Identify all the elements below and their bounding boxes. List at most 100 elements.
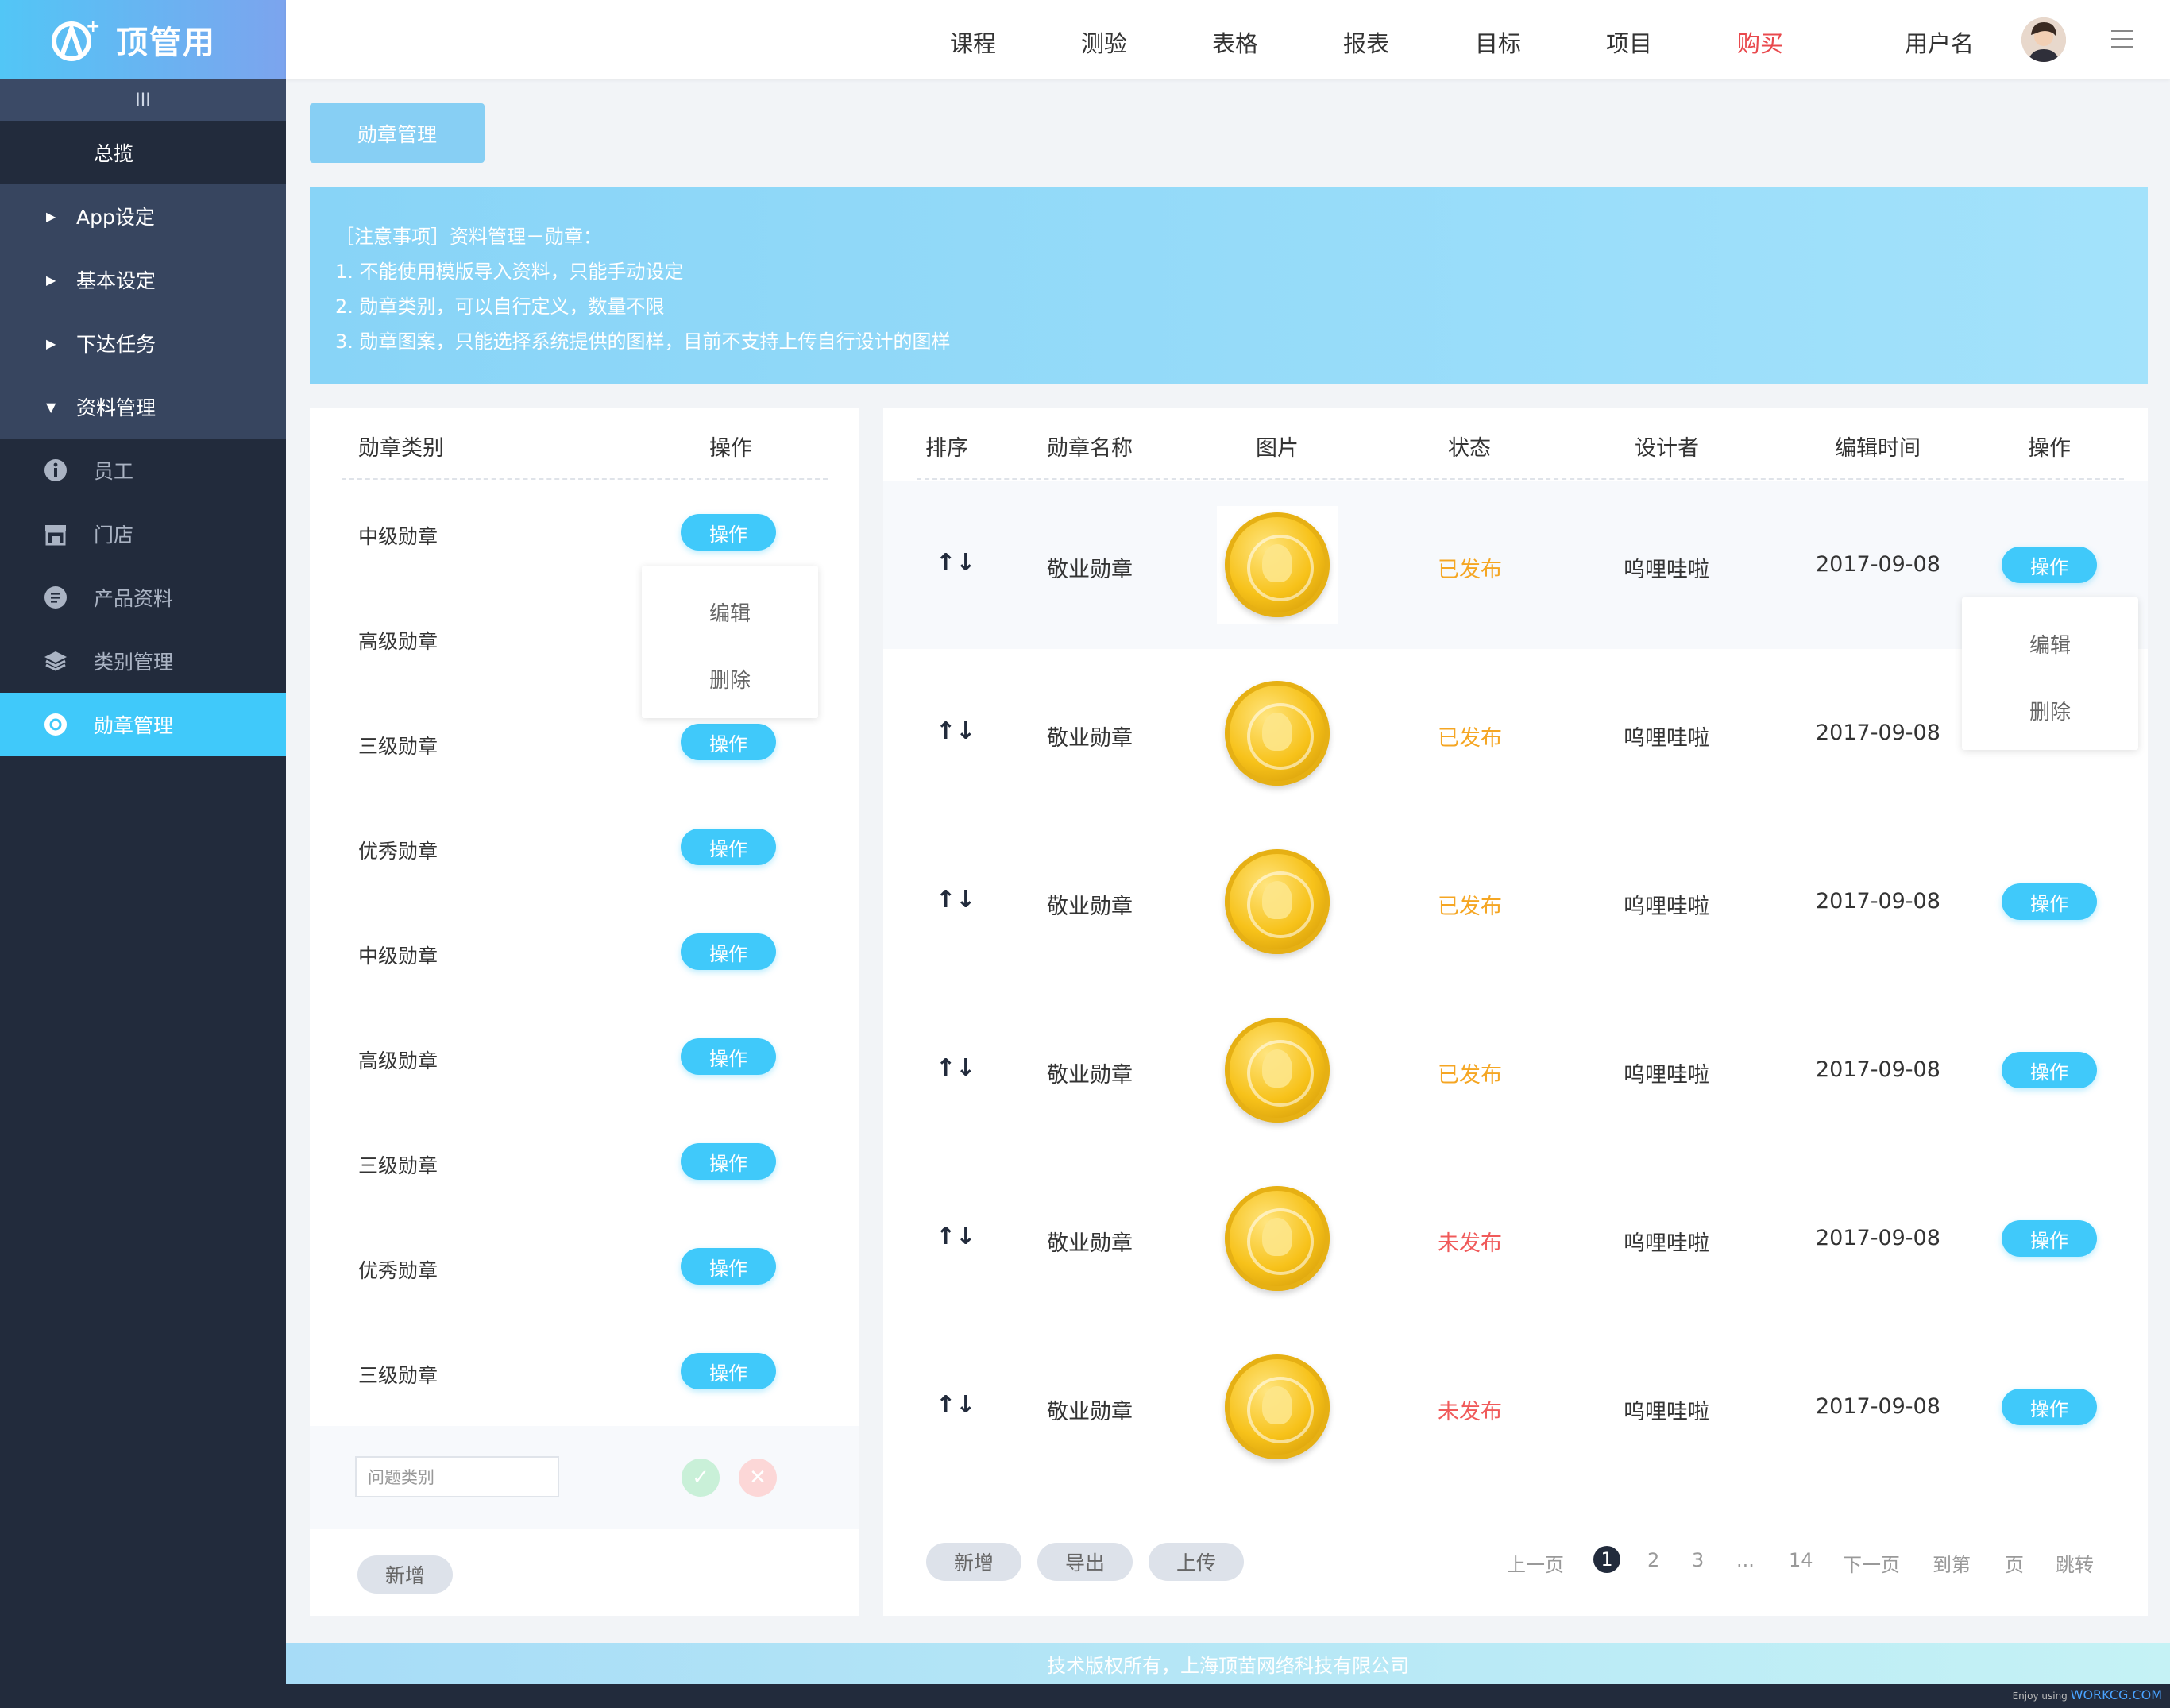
medal-designer: 呜哩哇啦 xyxy=(1624,895,1709,919)
medal-header-image: 图片 xyxy=(1256,436,1299,461)
sidebar-item-label: 产品资料 xyxy=(94,587,174,610)
medal-management-button[interactable]: 勋章管理 xyxy=(310,103,485,163)
medal-edit-time: 2017-09-08 xyxy=(1816,889,1940,914)
medal-status: 已发布 xyxy=(1438,726,1502,751)
sidebar-item-data-management[interactable]: ▼ 资料管理 xyxy=(0,375,286,439)
sort-icon[interactable]: ↑↓ xyxy=(936,886,975,914)
edit-option[interactable]: 编辑 xyxy=(1962,629,2138,659)
category-action-button[interactable]: 操作 xyxy=(681,514,776,551)
pagination-last[interactable]: 14 xyxy=(1789,1549,1813,1571)
sort-icon[interactable]: ↑↓ xyxy=(936,549,975,577)
sidebar-item-label: App设定 xyxy=(76,206,155,229)
medal-name: 敬业勋章 xyxy=(1047,558,1133,582)
sidebar-item-category-management[interactable]: 类别管理 xyxy=(0,629,286,693)
sidebar-item-label: 资料管理 xyxy=(76,396,156,419)
sidebar-item-app-settings[interactable]: ▶ App设定 xyxy=(0,184,286,248)
category-action-button[interactable]: 操作 xyxy=(681,933,776,970)
category-action-button[interactable]: 操作 xyxy=(681,829,776,865)
category-name: 优秀勋章 xyxy=(358,1259,438,1282)
pagination-page-2[interactable]: 2 xyxy=(1647,1549,1659,1571)
category-action-dropdown: 编辑 删除 xyxy=(642,566,818,718)
pagination-page-3[interactable]: 3 xyxy=(1692,1549,1704,1571)
sidebar-item-label: 门店 xyxy=(94,524,134,547)
sidebar-item-staff[interactable]: 员工 xyxy=(0,439,286,502)
medal-action-button[interactable]: 操作 xyxy=(2002,1052,2097,1088)
pagination-prev[interactable]: 上一页 xyxy=(1507,1549,1564,1577)
caret-down-icon: ▼ xyxy=(46,399,56,415)
sort-icon[interactable]: ↑↓ xyxy=(936,1391,975,1419)
sidebar-item-store[interactable]: 门店 xyxy=(0,502,286,566)
divider xyxy=(917,478,2124,480)
username[interactable]: 用户名 xyxy=(1905,25,1974,59)
pagination-current[interactable]: 1 xyxy=(1593,1546,1620,1573)
medal-header-name: 勋章名称 xyxy=(1047,436,1133,461)
category-action-button[interactable]: 操作 xyxy=(681,1353,776,1389)
category-action-button[interactable]: 操作 xyxy=(681,724,776,760)
topnav-reports[interactable]: 报表 xyxy=(1343,25,1389,59)
medal-name: 敬业勋章 xyxy=(1047,1400,1133,1424)
medal-action-button[interactable]: 操作 xyxy=(2002,1389,2097,1425)
menu-icon[interactable] xyxy=(2111,30,2133,49)
sidebar-collapse-button[interactable]: III xyxy=(0,79,286,121)
medal-coin-icon xyxy=(1225,512,1330,617)
add-medal-button[interactable]: 新增 xyxy=(926,1543,1021,1581)
medal-edit-time: 2017-09-08 xyxy=(1816,721,1940,745)
topnav-forms[interactable]: 表格 xyxy=(1212,25,1258,59)
medal-coin-icon xyxy=(1225,849,1330,954)
medal-status: 未发布 xyxy=(1438,1231,1502,1256)
topnav-projects[interactable]: 项目 xyxy=(1606,25,1652,59)
medal-edit-time: 2017-09-08 xyxy=(1816,1057,1940,1082)
sidebar-item-overview[interactable]: 总揽 xyxy=(0,121,286,184)
delete-option[interactable]: 删除 xyxy=(1962,696,2138,725)
medal-coin-icon xyxy=(1225,1354,1330,1459)
store-icon xyxy=(43,521,68,547)
delete-option[interactable]: 删除 xyxy=(642,664,818,694)
sidebar-item-product-data[interactable]: 产品资料 xyxy=(0,566,286,629)
category-action-button[interactable]: 操作 xyxy=(681,1038,776,1075)
sidebar-item-label: 下达任务 xyxy=(76,333,156,356)
topnav-purchase[interactable]: 购买 xyxy=(1737,25,1783,59)
category-action-button[interactable]: 操作 xyxy=(681,1248,776,1285)
topnav-quiz[interactable]: 测验 xyxy=(1081,25,1127,59)
medal-action-button[interactable]: 操作 xyxy=(2002,883,2097,920)
close-icon[interactable]: ✕ xyxy=(739,1459,777,1497)
credit-site[interactable]: WORKCG.COM xyxy=(2071,1687,2162,1702)
category-name: 三级勋章 xyxy=(358,1154,438,1177)
divider xyxy=(342,478,828,480)
export-button[interactable]: 导出 xyxy=(1037,1543,1133,1581)
bottom-bar xyxy=(0,1684,2170,1708)
sidebar-item-basic-settings[interactable]: ▶ 基本设定 xyxy=(0,248,286,311)
medal-image xyxy=(1217,674,1338,792)
category-action-button[interactable]: 操作 xyxy=(681,1143,776,1180)
sort-icon[interactable]: ↑↓ xyxy=(936,1223,975,1250)
layers-icon xyxy=(43,648,68,674)
sidebar-item-label: 类别管理 xyxy=(94,651,174,674)
pagination-jump[interactable]: 跳转 xyxy=(2056,1549,2094,1577)
pagination-next[interactable]: 下一页 xyxy=(1843,1549,1900,1577)
sidebar: + 顶管用 III 总揽 ▶ App设定 ▶ 基本设定 ▶ 下达任务 ▼ 资料管理 员工… xyxy=(0,0,286,1684)
edit-option[interactable]: 编辑 xyxy=(642,597,818,627)
category-header-name: 勋章类别 xyxy=(358,436,444,461)
add-category-button[interactable]: 新增 xyxy=(357,1555,453,1594)
notice-panel: ［注意事项］资料管理－勋章： 1. 不能使用模版导入资料，只能手动设定 2. 勋… xyxy=(310,187,2148,384)
check-icon[interactable]: ✓ xyxy=(682,1459,720,1497)
sidebar-item-medal-management[interactable]: 勋章管理 xyxy=(0,693,286,756)
medal-action-button[interactable]: 操作 xyxy=(2002,1220,2097,1257)
medal-edit-time: 2017-09-08 xyxy=(1816,552,1940,577)
topnav-courses[interactable]: 课程 xyxy=(950,25,996,59)
sort-icon[interactable]: ↑↓ xyxy=(936,717,975,745)
category-input[interactable]: 问题类别 xyxy=(355,1456,559,1497)
sidebar-item-assign-tasks[interactable]: ▶ 下达任务 xyxy=(0,311,286,375)
sort-icon[interactable]: ↑↓ xyxy=(936,1054,975,1082)
sidebar-item-label: 员工 xyxy=(94,460,134,483)
medal-image xyxy=(1217,843,1338,960)
category-name: 中级勋章 xyxy=(358,525,438,548)
upload-button[interactable]: 上传 xyxy=(1149,1543,1244,1581)
topnav-goals[interactable]: 目标 xyxy=(1475,25,1521,59)
medal-designer: 呜哩哇啦 xyxy=(1624,1400,1709,1424)
medal-action-button[interactable]: 操作 xyxy=(2002,547,2097,583)
avatar[interactable] xyxy=(2021,17,2066,62)
medal-edit-time: 2017-09-08 xyxy=(1816,1394,1940,1419)
document-icon xyxy=(43,585,68,610)
category-name: 高级勋章 xyxy=(358,1049,438,1072)
